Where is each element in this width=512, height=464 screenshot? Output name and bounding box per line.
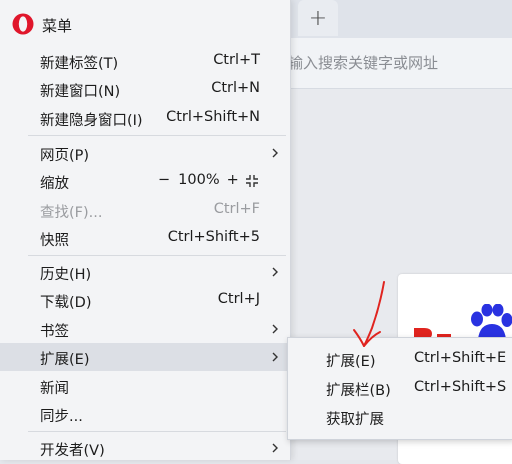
submenu-item-shortcut: Ctrl+Shift+S (414, 379, 506, 395)
menu-item-label: 缩放 (40, 172, 69, 193)
submenu-item-get-extensions[interactable]: 获取扩展 (288, 402, 512, 431)
submenu-item-label: 获取扩展 (326, 408, 384, 429)
menu-item-news[interactable]: 新闻 (0, 372, 290, 400)
menu-title: 菜单 (42, 15, 72, 36)
menu-item-label: 书签 (40, 320, 69, 341)
submenu-item-label: 扩展(E) (326, 350, 375, 371)
menu-item-shortcut: Ctrl+N (211, 80, 260, 96)
menu-item-downloads[interactable]: 下载(D) Ctrl+J (0, 286, 290, 314)
menu-item-label: 网页(P) (40, 144, 89, 165)
main-menu: 菜单 新建标签(T) Ctrl+T 新建窗口(N) Ctrl+N 新建隐身窗口(… (0, 0, 291, 460)
zoom-value: 100% (178, 172, 219, 188)
menu-item-zoom: 缩放 −100% + (0, 167, 290, 195)
menu-item-label: 新建隐身窗口(I) (40, 109, 143, 130)
plus-icon: + (309, 6, 327, 31)
menu-item-label: 快照 (40, 229, 69, 250)
menu-item-label: 新建标签(T) (40, 52, 118, 73)
menu-item-label: 历史(H) (40, 263, 91, 284)
menu-item-bookmarks[interactable]: 书签 (0, 315, 290, 343)
menu-item-label: 扩展(E) (40, 348, 89, 369)
menu-item-developer[interactable]: 开发者(V) (0, 434, 290, 462)
zoom-controls: −100% + (158, 172, 239, 188)
menu-item-new-tab[interactable]: 新建标签(T) Ctrl+T (0, 47, 290, 75)
menu-item-shortcut: Ctrl+Shift+N (166, 109, 260, 125)
menu-item-label: 下载(D) (40, 291, 91, 312)
chevron-right-icon (268, 265, 282, 279)
menu-item-label: 新闻 (40, 377, 69, 398)
menu-item-shortcut: Ctrl+T (213, 52, 260, 68)
zoom-out-button[interactable]: − (158, 172, 170, 188)
menu-item-new-window[interactable]: 新建窗口(N) Ctrl+N (0, 75, 290, 103)
menu-item-label: 同步... (40, 405, 83, 426)
new-tab-button[interactable]: + (298, 0, 338, 36)
menu-divider (28, 431, 286, 432)
menu-item-shortcut: Ctrl+F (214, 201, 260, 217)
menu-item-snapshot[interactable]: 快照 Ctrl+Shift+5 (0, 224, 290, 252)
chevron-right-icon (268, 322, 282, 336)
menu-item-new-private-window[interactable]: 新建隐身窗口(I) Ctrl+Shift+N (0, 104, 290, 132)
chevron-right-icon (268, 350, 282, 364)
chevron-right-icon (268, 441, 282, 455)
menu-item-find[interactable]: 查找(F)... Ctrl+F (0, 196, 290, 224)
address-placeholder: 输入搜索关键字或网址 (288, 52, 438, 73)
chevron-right-icon (268, 146, 282, 160)
menu-item-sync[interactable]: 同步... (0, 400, 290, 428)
menu-item-history[interactable]: 历史(H) (0, 258, 290, 286)
menu-item-extensions[interactable]: 扩展(E) (0, 343, 290, 371)
menu-item-page[interactable]: 网页(P) (0, 139, 290, 167)
submenu-item-extensions-bar[interactable]: 扩展栏(B) Ctrl+Shift+S (288, 373, 512, 402)
submenu-item-extensions[interactable]: 扩展(E) Ctrl+Shift+E (288, 344, 512, 373)
opera-logo-icon (12, 13, 34, 35)
menu-divider (28, 135, 286, 136)
submenu-item-label: 扩展栏(B) (326, 379, 391, 400)
menu-divider (28, 255, 286, 256)
menu-item-shortcut: Ctrl+Shift+5 (168, 229, 260, 245)
submenu-item-shortcut: Ctrl+Shift+E (414, 350, 506, 366)
extensions-submenu: 扩展(E) Ctrl+Shift+E 扩展栏(B) Ctrl+Shift+S 获… (287, 337, 512, 440)
menu-item-label: 开发者(V) (40, 439, 105, 460)
zoom-in-button[interactable]: + (227, 172, 239, 188)
menu-item-label: 查找(F)... (40, 201, 102, 222)
menu-item-label: 新建窗口(N) (40, 80, 120, 101)
menu-item-shortcut: Ctrl+J (218, 291, 260, 307)
fullscreen-icon[interactable] (244, 173, 260, 189)
